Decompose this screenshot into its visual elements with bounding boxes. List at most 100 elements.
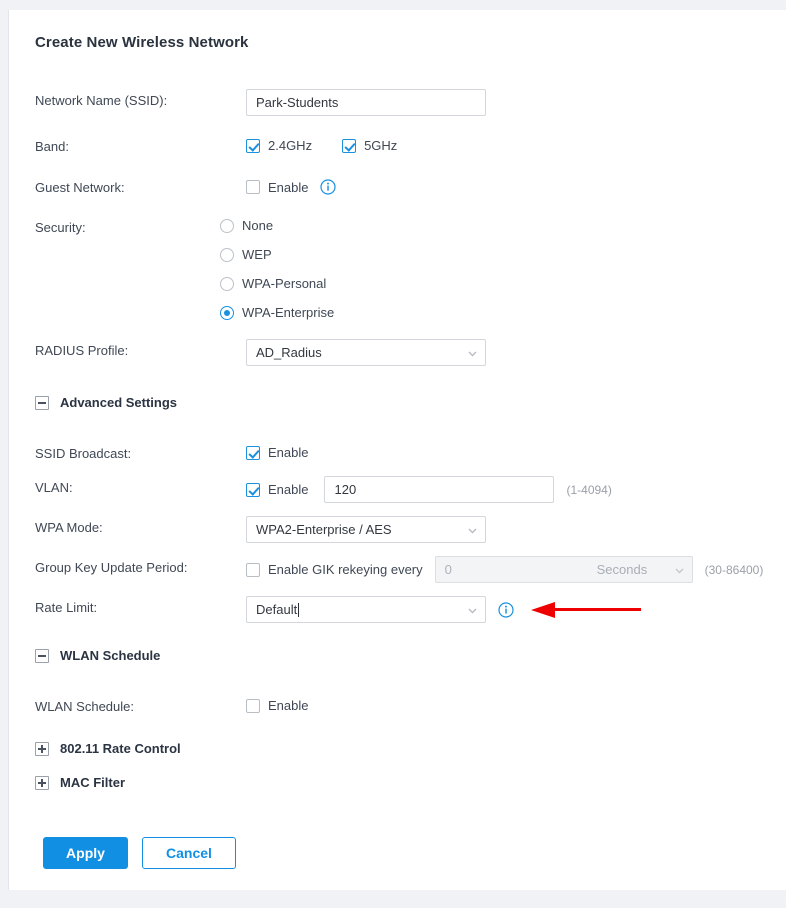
gik-rekeying-label: Enable GIK rekeying every [268,562,423,577]
guest-network-control: Enable [246,179,337,195]
field-row-vlan: VLAN: Enable (1-4094) [35,476,786,504]
field-row-wlan-schedule: WLAN Schedule: Enable [35,695,786,723]
radio-circle[interactable] [220,305,234,320]
security-option-wpa-enterprise[interactable]: WPA-Enterprise [220,305,334,320]
checkbox-box[interactable] [246,482,260,497]
plus-icon[interactable] [35,775,49,790]
group-key-control: Enable GIK rekeying every Seconds (30-86… [246,556,763,583]
band-control: 2.4GHz 5GHz [246,138,397,153]
minus-icon[interactable] [35,395,49,410]
guest-network-label: Guest Network: [35,180,125,195]
section-header-wlan-schedule[interactable]: WLAN Schedule [35,648,160,663]
guest-network-checkbox[interactable]: Enable [246,180,308,195]
field-row-ssid: Network Name (SSID): [35,89,786,117]
radio-circle[interactable] [220,276,234,291]
vlan-label: VLAN: [35,480,73,495]
apply-button[interactable]: Apply [43,837,128,869]
vlan-enable-label: Enable [268,482,309,497]
radius-profile-select[interactable]: AD_Radius [246,339,486,366]
ssid-control [246,89,486,116]
wireless-network-form-card: Create New Wireless Network Network Name… [8,10,786,890]
field-row-security: Security: [35,216,786,244]
guest-network-enable-label: Enable [268,179,309,195]
checkbox-box[interactable] [246,445,260,460]
section-title-advanced-settings: Advanced Settings [60,395,178,410]
ssid-label: Network Name (SSID): [35,93,168,108]
vlan-id-input[interactable] [324,476,555,503]
text-cursor [298,603,300,617]
section-title-mac-filter: MAC Filter [60,775,125,790]
checkbox-box[interactable] [246,562,260,577]
wlan-schedule-checkbox[interactable]: Enable [246,698,308,713]
band-checkbox-5ghz[interactable]: 5GHz [342,138,397,153]
section-header-mac-filter[interactable]: MAC Filter [35,775,125,790]
ssid-broadcast-label: SSID Broadcast: [35,446,132,461]
vlan-enable-checkbox[interactable]: Enable [246,482,308,497]
radio-circle[interactable] [220,247,234,262]
wlan-schedule-label: WLAN Schedule: [35,699,134,714]
gik-rekeying-checkbox[interactable]: Enable GIK rekeying every [246,562,423,577]
security-option-label: None [242,218,274,233]
ssid-input[interactable] [246,89,486,116]
radius-profile-value: AD_Radius [256,345,322,360]
radius-profile-control: AD_Radius [246,339,486,366]
checkbox-box[interactable] [246,180,260,194]
wpa-mode-value: WPA2-Enterprise / AES [256,522,392,537]
gik-unit-value: Seconds [596,562,648,577]
form-actions: Apply Cancel [43,837,236,869]
field-row-radius-profile: RADIUS Profile: AD_Radius [35,339,786,367]
section-header-advanced-settings[interactable]: Advanced Settings [35,395,177,410]
field-row-band: Band: 2.4GHz 5GHz [35,135,786,163]
security-option-wpa-personal[interactable]: WPA-Personal [220,276,326,291]
band-label: Band: [35,139,69,154]
security-option-label: WEP [242,247,272,262]
band-checkbox-24ghz[interactable]: 2.4GHz [246,138,312,153]
minus-icon[interactable] [35,648,49,663]
gik-range-hint: (30-86400) [704,562,764,577]
section-title-wlan-schedule: WLAN Schedule [60,648,161,663]
wlan-schedule-enable-label: Enable [268,698,309,713]
rate-limit-info-icon[interactable] [498,601,514,618]
checkbox-box[interactable] [246,698,260,713]
band-label-24ghz: 2.4GHz [268,138,313,153]
vlan-range-hint: (1-4094) [566,482,612,497]
security-option-label: WPA-Enterprise [242,305,335,320]
plus-icon[interactable] [35,741,49,756]
radius-profile-label: RADIUS Profile: [35,343,129,358]
page-title: Create New Wireless Network [35,34,249,51]
group-key-label: Group Key Update Period: [35,560,188,575]
ssid-broadcast-control: Enable [246,445,308,460]
rate-limit-label: Rate Limit: [35,600,98,615]
checkbox-box[interactable] [342,138,357,153]
wpa-mode-select[interactable]: WPA2-Enterprise / AES [246,516,486,543]
section-title-rate-control: 802.11 Rate Control [60,741,181,756]
field-row-wpa-mode: WPA Mode: WPA2-Enterprise / AES [35,516,786,544]
section-header-rate-control[interactable]: 802.11 Rate Control [35,741,181,756]
ssid-broadcast-checkbox[interactable]: Enable [246,445,308,460]
ssid-broadcast-enable-label: Enable [268,445,309,460]
security-option-label: WPA-Personal [242,276,327,291]
radio-circle[interactable] [220,218,234,233]
rate-limit-select[interactable]: Default [246,596,486,623]
chevron-down-icon [468,528,477,536]
security-label: Security: [35,220,86,235]
field-row-ssid-broadcast: SSID Broadcast: Enable [35,442,786,470]
wpa-mode-label: WPA Mode: [35,520,103,535]
chevron-down-icon [468,351,477,359]
security-option-none[interactable]: None [220,218,273,233]
guest-network-info-icon[interactable] [320,179,337,195]
gik-interval-input [434,556,588,583]
chevron-down-icon [468,608,477,616]
security-option-wep[interactable]: WEP [220,247,272,262]
gik-unit-select: Seconds [587,556,693,583]
cancel-button[interactable]: Cancel [142,837,236,869]
rate-limit-value: Default [256,602,298,617]
wpa-mode-control: WPA2-Enterprise / AES [246,516,486,543]
field-row-rate-limit: Rate Limit: Default [35,596,786,624]
checkbox-box[interactable] [246,138,260,153]
band-label-5ghz: 5GHz [364,138,398,153]
vlan-control: Enable (1-4094) [246,476,612,503]
rate-limit-control: Default [246,596,514,623]
field-row-group-key-update: Group Key Update Period: Enable GIK reke… [35,556,786,584]
chevron-down-icon [675,568,684,576]
